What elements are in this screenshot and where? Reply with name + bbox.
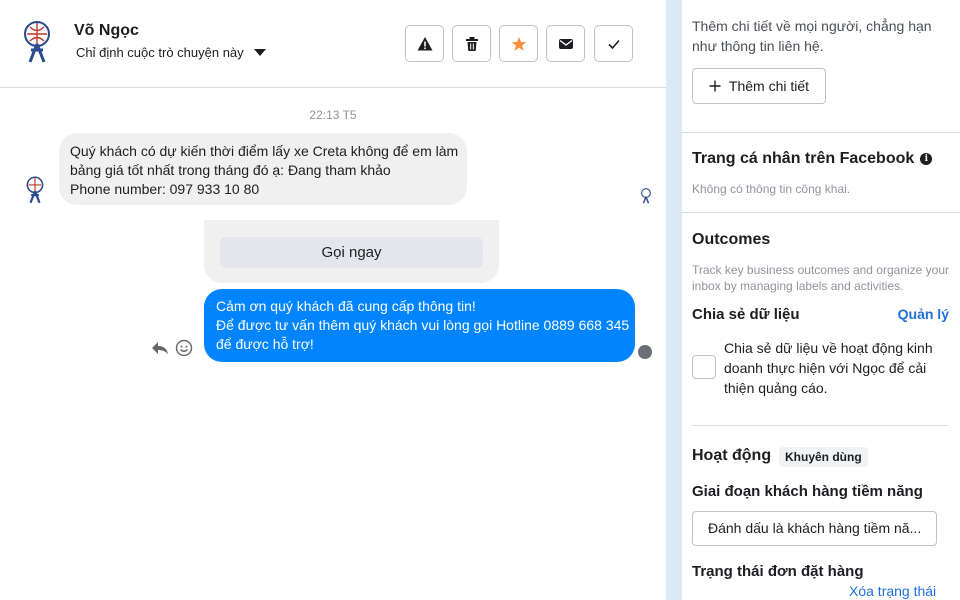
clear-status-link[interactable]: Xóa trạng thái xyxy=(849,583,936,599)
share-data-label: Chia sẻ dữ liệu về hoạt động kinh doanh … xyxy=(724,338,933,398)
details-description-line: Thêm chi tiết về mọi người, chẳng hạn xyxy=(692,18,932,34)
share-data-label-line: doanh thực hiện với Ngọc để cải xyxy=(724,360,927,376)
recommended-badge: Khuyên dùng xyxy=(779,447,868,467)
mark-done-button[interactable] xyxy=(594,25,633,62)
lead-stage-label: Giai đoạn khách hàng tiềm năng xyxy=(692,483,923,500)
outgoing-message-bubble[interactable]: Cảm ơn quý khách đã cung cấp thông tin! … xyxy=(204,289,635,362)
order-status-label: Trạng thái đơn đặt hàng xyxy=(692,563,864,580)
mark-unread-button[interactable] xyxy=(546,25,585,62)
outcomes-title: Outcomes xyxy=(692,231,771,248)
trash-icon xyxy=(465,36,478,51)
add-details-label: Thêm chi tiết xyxy=(728,78,810,94)
outcomes-description: Track key business outcomes and organize… xyxy=(692,262,949,294)
conversation-header: Võ Ngọc Chỉ định cuộc trò chuyện này xyxy=(0,0,666,88)
section-divider xyxy=(682,212,960,213)
details-description: Thêm chi tiết về mọi người, chẳng hạn nh… xyxy=(692,16,932,56)
facebook-profile-title: Trang cá nhân trên Facebook i xyxy=(692,150,933,168)
message-line: để được hỗ trợ! xyxy=(216,336,314,352)
details-description-line: như thông tin liên hệ. xyxy=(692,38,824,54)
star-icon xyxy=(511,36,526,51)
activity-title: Hoạt động xyxy=(692,447,772,464)
seen-avatar xyxy=(638,345,652,359)
check-icon xyxy=(607,39,620,49)
facebook-profile-subtitle: Không có thông tin công khai. xyxy=(692,182,851,196)
message-line: Quý khách có dự kiến thời điểm lấy xe Cr… xyxy=(70,143,459,159)
share-data-label-line: thiện quảng cáo. xyxy=(724,380,828,396)
reply-icon[interactable] xyxy=(151,340,169,356)
facebook-profile-title-text: Trang cá nhân trên Facebook xyxy=(692,150,915,167)
assign-conversation-dropdown[interactable]: Chỉ định cuộc trò chuyện này xyxy=(76,45,266,60)
message-line: bảng giá tốt nhất trong tháng đó ạ: Đang… xyxy=(70,162,391,178)
pane-divider xyxy=(666,0,682,600)
conversation-pane: Võ Ngọc Chỉ định cuộc trò chuyện này 22:… xyxy=(0,0,666,600)
warning-icon xyxy=(417,36,432,50)
section-divider xyxy=(682,132,960,133)
contact-name[interactable]: Võ Ngọc xyxy=(74,22,139,40)
message-line: Phone number: 097 933 10 80 xyxy=(70,181,260,197)
contact-avatar-small[interactable] xyxy=(23,176,47,204)
lead-stage-select[interactable]: Đánh dấu là khách hàng tiềm nă... xyxy=(692,511,937,546)
share-data-label-line: Chia sẻ dữ liệu về hoạt động kinh xyxy=(724,340,933,356)
section-divider xyxy=(692,425,949,426)
outcomes-description-line: Track key business outcomes and organize… xyxy=(692,263,950,277)
message-timestamp: 22:13 T5 xyxy=(309,108,357,122)
info-icon[interactable]: i xyxy=(920,153,933,165)
outcomes-description-line: inbox by managing labels and activities. xyxy=(692,279,904,293)
read-receipt-avatar xyxy=(641,188,651,204)
message-line: Để được tư vấn thêm quý khách vui lòng g… xyxy=(216,317,630,333)
incoming-message-bubble[interactable]: Quý khách có dự kiến thời điểm lấy xe Cr… xyxy=(59,133,467,205)
smiley-icon[interactable] xyxy=(175,339,193,357)
call-to-action-card: Gọi ngay xyxy=(204,220,499,283)
share-data-checkbox[interactable] xyxy=(692,355,716,379)
manage-link[interactable]: Quản lý xyxy=(898,306,949,322)
contact-details-sidebar: Thêm chi tiết về mọi người, chẳng hạn nh… xyxy=(682,0,960,600)
assign-label: Chỉ định cuộc trò chuyện này xyxy=(76,45,244,60)
plus-icon xyxy=(709,80,721,92)
envelope-icon xyxy=(558,38,573,49)
add-details-button[interactable]: Thêm chi tiết xyxy=(692,68,826,104)
call-now-button[interactable]: Gọi ngay xyxy=(220,237,483,268)
report-button[interactable] xyxy=(405,25,444,62)
data-sharing-title: Chia sẻ dữ liệu xyxy=(692,306,800,323)
star-button[interactable] xyxy=(499,25,538,62)
chevron-down-icon xyxy=(253,49,266,56)
delete-button[interactable] xyxy=(452,25,491,62)
contact-avatar[interactable] xyxy=(21,20,53,64)
message-line: Cảm ơn quý khách đã cung cấp thông tin! xyxy=(216,298,476,314)
